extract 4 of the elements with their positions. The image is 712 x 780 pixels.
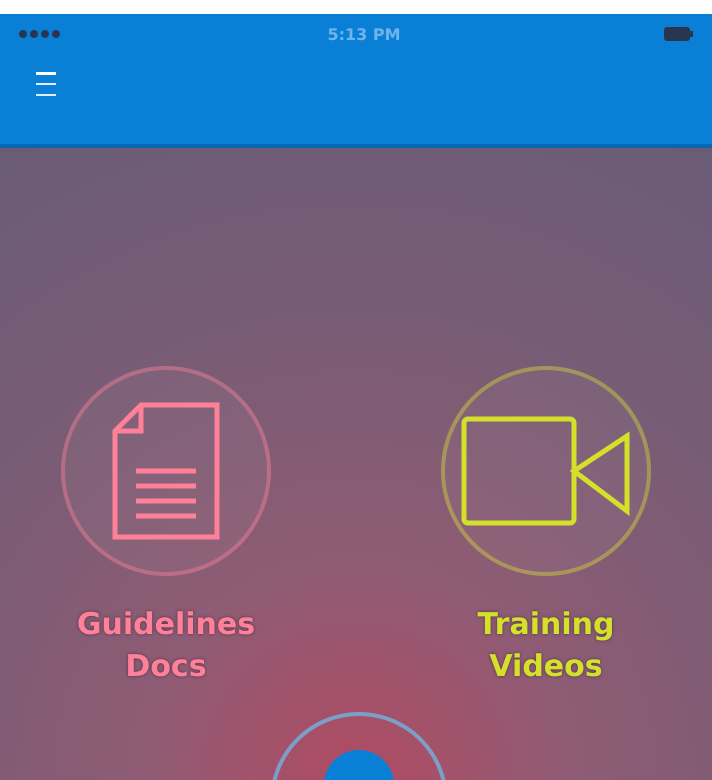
status-time: 5:13 PM xyxy=(327,24,400,44)
battery-icon xyxy=(664,26,694,42)
tile-label: Training Videos xyxy=(476,606,616,686)
tile-label: Guidelines Docs xyxy=(76,606,256,686)
